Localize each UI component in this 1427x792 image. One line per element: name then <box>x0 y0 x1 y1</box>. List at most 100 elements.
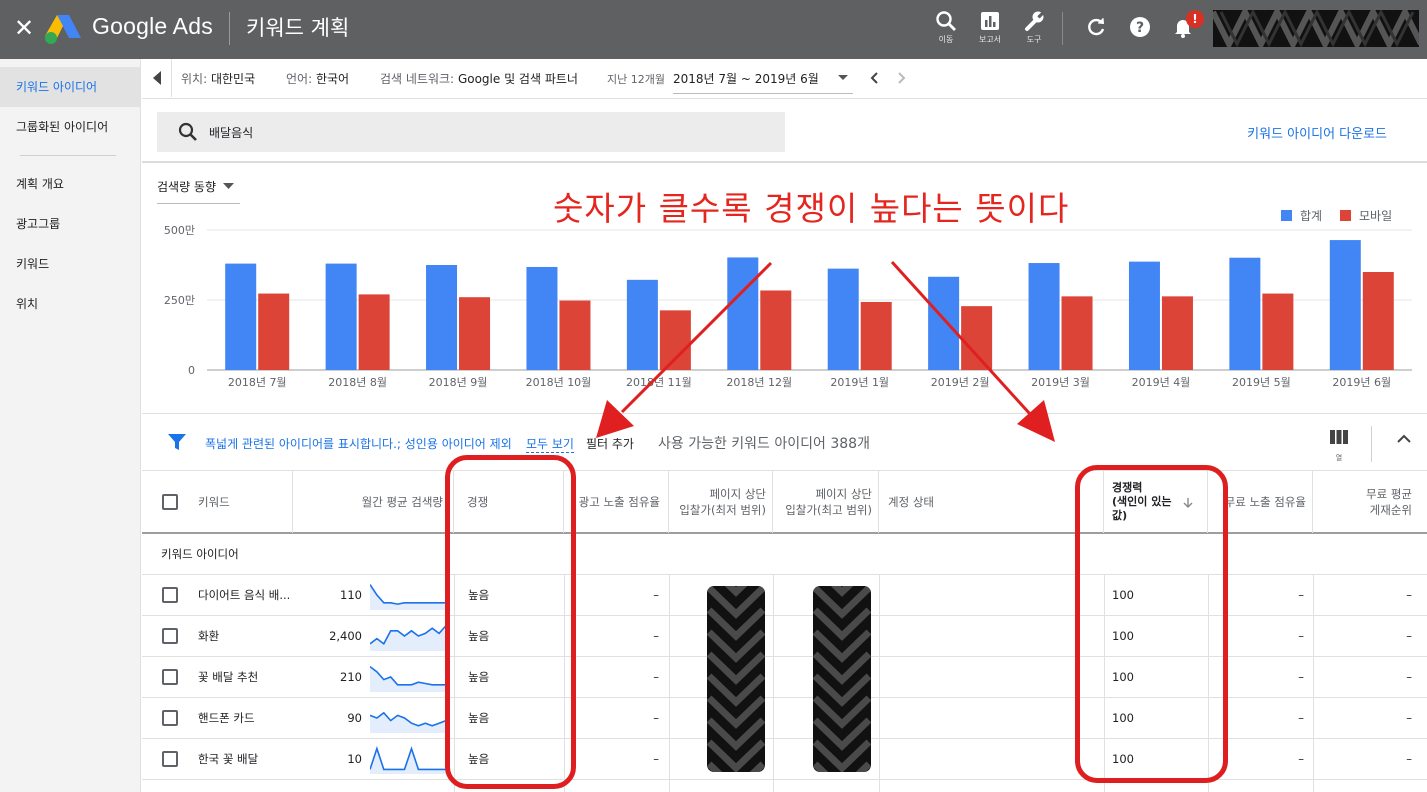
header-account-status[interactable]: 계정 상태 <box>879 471 1104 533</box>
header-impression-share[interactable]: 광고 노출 점유율 <box>564 471 669 533</box>
reports-button[interactable]: 보고서 <box>970 10 1010 45</box>
row-checkbox[interactable] <box>162 669 178 685</box>
row-checkbox[interactable] <box>162 710 178 726</box>
sidebar-item-ad-groups[interactable]: 광고그룹 <box>0 204 140 244</box>
bar-mobile[interactable] <box>1061 296 1093 370</box>
bar-total[interactable] <box>1329 240 1361 370</box>
keyword-table: 키워드 월간 평균 검색량 경쟁 광고 노출 점유율 페이지 상단 입찰가(최저… <box>142 470 1427 780</box>
y-tick-label: 0 <box>188 364 195 377</box>
bar-mobile[interactable] <box>860 301 892 370</box>
legend-label[interactable]: 합계 <box>1300 209 1322 223</box>
legend-swatch <box>1281 210 1292 221</box>
table-row[interactable]: 꽃 배달 추천 210 높음 –100– – <box>142 657 1427 698</box>
location-label: 위치: <box>181 72 208 86</box>
x-tick-label: 2018년 12월 <box>726 376 792 389</box>
location-filter[interactable]: 위치: 대한민국 <box>181 70 255 87</box>
bar-total[interactable] <box>626 279 658 370</box>
bar-mobile[interactable] <box>961 306 993 370</box>
bar-mobile[interactable] <box>760 290 792 370</box>
columns-button[interactable]: 열 <box>1328 430 1350 463</box>
download-ideas-link[interactable]: 키워드 아이디어 다운로드 <box>1247 123 1387 142</box>
legend-label[interactable]: 모바일 <box>1359 209 1392 223</box>
bar-total[interactable] <box>928 276 960 370</box>
group-label: 키워드 아이디어 <box>142 534 1427 575</box>
bar-total[interactable] <box>426 265 458 370</box>
bar-mobile[interactable] <box>358 294 390 370</box>
tools-button[interactable]: 도구 <box>1014 10 1054 45</box>
language-filter[interactable]: 언어: 한국어 <box>286 70 349 87</box>
bar-total[interactable] <box>1128 261 1160 370</box>
bar-mobile[interactable] <box>258 293 290 370</box>
bar-mobile[interactable] <box>659 310 691 370</box>
x-tick-label: 2019년 4월 <box>1132 376 1191 389</box>
close-icon[interactable]: ✕ <box>14 14 34 42</box>
filter-icon[interactable] <box>167 433 187 451</box>
bar-mobile[interactable] <box>559 300 591 370</box>
x-tick-label: 2019년 3월 <box>1031 376 1090 389</box>
trend-sparkline <box>370 711 446 733</box>
table-row[interactable]: 한국 꽃 배달 10 높음 –100– – <box>142 739 1427 780</box>
location-value: 대한민국 <box>210 72 256 86</box>
bar-total[interactable] <box>526 266 558 370</box>
bar-mobile[interactable] <box>1362 272 1394 370</box>
select-all-checkbox[interactable] <box>162 494 178 510</box>
bar-total[interactable] <box>225 263 257 370</box>
search-icon <box>936 11 956 31</box>
refresh-button[interactable] <box>1076 16 1116 38</box>
help-icon: ? <box>1130 17 1150 37</box>
sidebar-item-keyword-ideas[interactable]: 키워드 아이디어 <box>0 67 140 107</box>
help-button[interactable]: ? <box>1120 16 1160 38</box>
dropdown-arrow-icon <box>838 75 848 80</box>
chevron-left-icon[interactable] <box>868 71 882 85</box>
filter-description[interactable]: 폭넓게 관련된 아이디어를 표시합니다.; 성인용 아이디어 제외 <box>205 435 512 452</box>
collapse-sidebar-button[interactable] <box>142 59 172 97</box>
bar-mobile[interactable] <box>1161 296 1193 370</box>
network-label: 검색 네트워크: <box>380 72 455 86</box>
bar-mobile[interactable] <box>1262 293 1294 370</box>
search-nav-button[interactable]: 이동 <box>926 10 966 45</box>
sparkline-area <box>370 666 446 692</box>
table-row[interactable]: 다이어트 음식 배... 110 높음 –100– – <box>142 575 1427 616</box>
highlight-competition-column <box>445 455 576 789</box>
chevron-right-icon[interactable] <box>894 71 908 85</box>
header-impression-label: 광고 노출 점유율 <box>578 495 660 509</box>
sidebar-item-plan-overview[interactable]: 계획 개요 <box>0 164 140 204</box>
bar-mobile[interactable] <box>459 297 491 370</box>
redaction-pattern <box>1213 10 1419 47</box>
y-tick-label: 500만 <box>164 224 195 237</box>
sidebar-item-locations[interactable]: 위치 <box>0 284 140 324</box>
sidebar-item-keywords[interactable]: 키워드 <box>0 244 140 284</box>
reports-icon <box>981 12 999 30</box>
chevron-up-icon[interactable] <box>1396 432 1412 444</box>
impression-share-cell: – <box>653 752 659 766</box>
row-checkbox[interactable] <box>162 628 178 644</box>
keyword-cell: 화환 <box>198 629 220 643</box>
add-filter-button[interactable]: 필터 추가 <box>586 435 634 452</box>
row-checkbox[interactable] <box>162 587 178 603</box>
header-bid-high[interactable]: 페이지 상단 입찰가(최고 범위) <box>773 471 879 533</box>
header-keyword[interactable]: 키워드 <box>142 471 293 533</box>
search-nav-label: 이동 <box>938 35 954 44</box>
bar-total[interactable] <box>1229 257 1261 370</box>
search-row: 배달음식 키워드 아이디어 다운로드 <box>142 100 1427 163</box>
table-body: 다이어트 음식 배... 110 높음 –100– – 화환 2,400 높음 –100– – 꽃 … <box>142 575 1427 780</box>
row-checkbox[interactable] <box>162 751 178 767</box>
column-divider <box>669 575 670 792</box>
date-range-select[interactable]: 2018년 7월 ~ 2019년 6월 <box>673 70 853 94</box>
x-tick-label: 2019년 6월 <box>1332 376 1391 389</box>
table-row[interactable]: 화환 2,400 높음 –100– – <box>142 616 1427 657</box>
table-row[interactable]: 핸드폰 카드 90 높음 –100– – <box>142 698 1427 739</box>
header-organic-rank[interactable]: 무료 평균 게재순위 <box>1313 471 1427 533</box>
account-redacted[interactable] <box>1213 10 1419 47</box>
network-filter[interactable]: 검색 네트워크: Google 및 검색 파트너 <box>380 70 578 87</box>
search-icon <box>178 122 197 141</box>
header-monthly-searches[interactable]: 월간 평균 검색량 <box>293 471 454 533</box>
keyword-search-input[interactable]: 배달음식 <box>157 112 785 152</box>
bar-total[interactable] <box>1028 263 1060 370</box>
bar-total[interactable] <box>727 257 759 370</box>
bar-total[interactable] <box>325 263 357 370</box>
show-all-link[interactable]: 모두 보기 <box>526 435 574 453</box>
bar-total[interactable] <box>827 268 859 370</box>
sidebar-item-grouped-ideas[interactable]: 그룹화된 아이디어 <box>0 107 140 147</box>
header-bid-low[interactable]: 페이지 상단 입찰가(최저 범위) <box>669 471 773 533</box>
